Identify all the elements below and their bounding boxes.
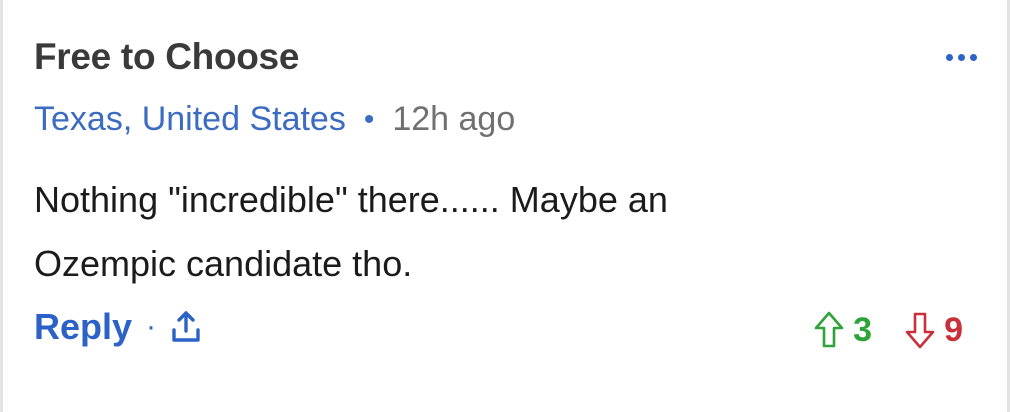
more-options-icon[interactable] [946,54,977,61]
comment-actions: Reply · [34,306,204,348]
comment-author[interactable]: Free to Choose [34,36,299,78]
comment-timestamp: 12h ago [392,100,516,138]
meta-separator: • [363,102,375,136]
footer-separator: · [146,310,157,343]
comment-meta: Texas, United States • 12h ago [34,100,515,139]
comment-body: Nothing "incredible" there...... Maybe a… [34,168,934,296]
more-dot [946,54,953,61]
upvote-count: 3 [853,310,873,349]
more-dot [958,54,965,61]
comment-body-line: Nothing "incredible" there...... Maybe a… [34,179,668,220]
downvote-button[interactable]: 9 [904,310,963,350]
arrow-down-icon [905,312,935,349]
comment-location[interactable]: Texas, United States [34,100,346,139]
share-icon[interactable] [168,309,204,345]
comment-body-line: Ozempic candidate tho. [34,243,413,284]
downvote-count: 9 [944,310,963,349]
upvote-button[interactable]: 3 [813,310,872,350]
vote-controls: 3 9 [813,310,963,350]
comment-card: Free to Choose Texas, United States • 12… [0,0,1010,412]
arrow-up-icon [814,311,844,348]
more-dot [970,54,977,61]
reply-button[interactable]: Reply [34,306,132,348]
